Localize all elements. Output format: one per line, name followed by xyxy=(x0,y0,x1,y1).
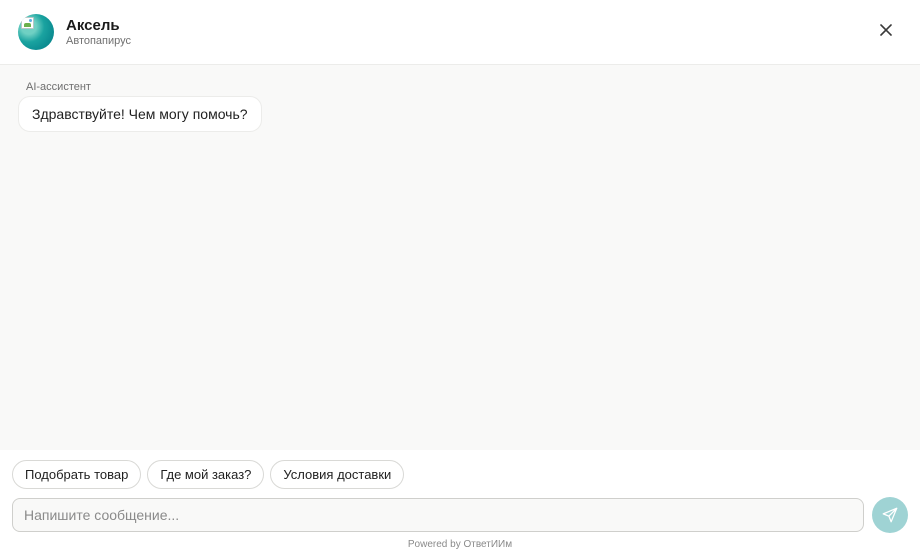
message-list[interactable]: AI-ассистент Здравствуйте! Чем могу помо… xyxy=(0,65,920,450)
assistant-name: Аксель xyxy=(66,17,120,34)
chat-header: Аксель Автопапирус xyxy=(0,0,920,65)
message-input[interactable] xyxy=(13,499,863,531)
send-button[interactable] xyxy=(872,497,908,533)
sender-label: AI-ассистент xyxy=(26,81,91,93)
close-button[interactable] xyxy=(874,18,898,42)
send-icon xyxy=(882,507,898,523)
close-icon xyxy=(880,24,892,36)
assistant-avatar-icon xyxy=(18,14,54,50)
assistant-message-bubble: Здравствуйте! Чем могу помочь? xyxy=(18,96,262,132)
powered-by-footer: Powered by ОтветИИм xyxy=(407,539,513,550)
broken-image-icon xyxy=(21,17,34,29)
quick-reply-order-status[interactable]: Где мой заказ? xyxy=(147,460,265,489)
quick-reply-delivery-terms[interactable]: Условия доставки xyxy=(270,460,405,489)
quick-replies: Подобрать товар Где мой заказ? Условия д… xyxy=(12,460,405,489)
company-name: Автопапирус xyxy=(66,35,132,47)
message-input-container xyxy=(12,498,864,532)
quick-reply-pick-product[interactable]: Подобрать товар xyxy=(12,460,142,489)
